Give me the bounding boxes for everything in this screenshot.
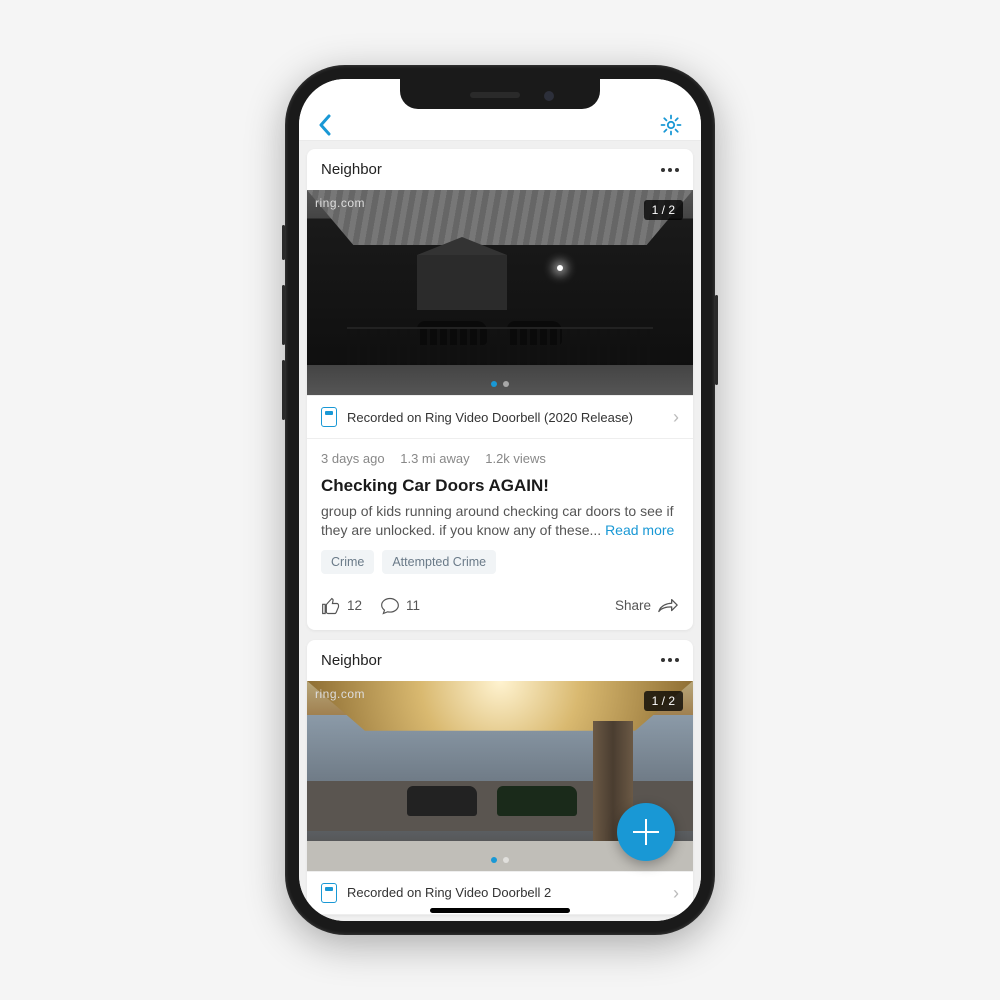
tag-crime[interactable]: Crime (321, 550, 374, 574)
share-arrow-icon (657, 598, 679, 614)
post-tags: Crime Attempted Crime (307, 550, 693, 586)
comment-count: 11 (406, 598, 420, 613)
phone-frame: Neighbor ring.com (285, 65, 715, 935)
post-actions: 12 11 Share (307, 586, 693, 630)
post-more-button[interactable] (661, 168, 679, 172)
media-pagination-dots (491, 857, 509, 863)
post-more-button[interactable] (661, 658, 679, 662)
post-views: 1.2k views (485, 451, 546, 466)
post-body: group of kids running around checking ca… (307, 500, 693, 550)
device-label: Recorded on Ring Video Doorbell 2 (347, 885, 551, 900)
share-button[interactable]: Share (615, 598, 679, 614)
gear-icon (659, 113, 683, 137)
share-label: Share (615, 598, 651, 613)
post-media[interactable]: ring.com 1 / 2 (307, 190, 693, 395)
post-distance: 1.3 mi away (400, 451, 469, 466)
chevron-right-icon: › (673, 408, 679, 426)
screen: Neighbor ring.com (299, 79, 701, 921)
power-button (715, 295, 718, 385)
comment-icon (380, 596, 400, 616)
media-pagination-dots (491, 381, 509, 387)
post-header: Neighbor (307, 640, 693, 681)
night-video-still (307, 190, 693, 395)
home-indicator[interactable] (430, 908, 570, 913)
read-more-link[interactable]: Read more (605, 522, 674, 538)
post-card: Neighbor ring.com (307, 149, 693, 630)
mute-switch (282, 225, 285, 260)
ring-watermark: ring.com (315, 196, 365, 210)
media-counter: 1 / 2 (644, 691, 683, 711)
post-author: Neighbor (321, 652, 382, 669)
volume-down-button (282, 360, 285, 420)
post-author: Neighbor (321, 161, 382, 178)
post-header: Neighbor (307, 149, 693, 190)
comment-button[interactable]: 11 (380, 596, 420, 616)
device-label: Recorded on Ring Video Doorbell (2020 Re… (347, 410, 633, 425)
settings-button[interactable] (659, 113, 683, 137)
tag-attempted-crime[interactable]: Attempted Crime (382, 550, 496, 574)
doorbell-icon (321, 407, 337, 427)
device-row[interactable]: Recorded on Ring Video Doorbell (2020 Re… (307, 395, 693, 439)
post-title: Checking Car Doors AGAIN! (307, 470, 693, 500)
post-card: Neighbor ring.com 1 / 2 (307, 640, 693, 915)
like-button[interactable]: 12 (321, 596, 362, 616)
chevron-right-icon: › (673, 884, 679, 902)
back-button[interactable] (317, 113, 333, 137)
media-counter: 1 / 2 (644, 200, 683, 220)
like-count: 12 (347, 598, 362, 613)
post-time: 3 days ago (321, 451, 385, 466)
notch (400, 79, 600, 109)
chevron-left-icon (317, 113, 333, 137)
post-meta: 3 days ago 1.3 mi away 1.2k views (307, 439, 693, 470)
create-post-fab[interactable] (617, 803, 675, 861)
thumbs-up-icon (321, 596, 341, 616)
ring-watermark: ring.com (315, 687, 365, 701)
volume-up-button (282, 285, 285, 345)
doorbell-icon (321, 883, 337, 903)
